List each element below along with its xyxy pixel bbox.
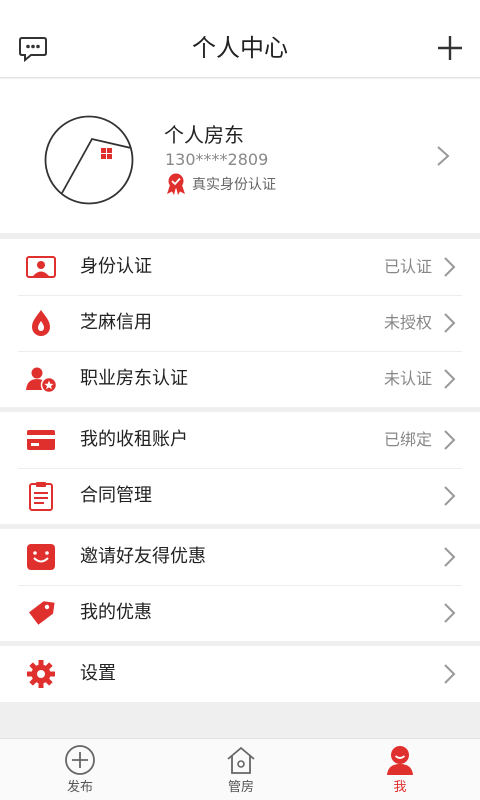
menu-item-identity[interactable]: 身份认证 已认证 <box>0 239 480 295</box>
menu-item-my-coupons[interactable]: 我的优惠 <box>0 585 480 641</box>
menu-item-label: 芝麻信用 <box>80 312 152 333</box>
menu-item-label: 设置 <box>80 663 116 684</box>
chevron-right-icon <box>444 430 456 450</box>
profile-phone: 130****2809 <box>165 150 269 169</box>
chevron-right-icon <box>444 547 456 567</box>
menu-group-verification: 身份认证 已认证 芝麻信用 未授权 职业房东认证 未认证 <box>0 239 480 407</box>
chevron-right-icon <box>444 257 456 277</box>
verify-badge: 真实身份认证 <box>166 173 276 195</box>
menu-item-settings[interactable]: 设置 <box>0 646 480 702</box>
verified-ribbon-icon <box>167 173 185 195</box>
chevron-right-icon <box>444 603 456 623</box>
landlord-badge-icon <box>26 367 58 394</box>
profile-card[interactable]: 个人房东 130****2809 真实身份认证 <box>0 79 480 233</box>
bottom-tab-bar: 发布 管房 我 <box>0 738 480 800</box>
top-navbar: 个人中心 <box>0 0 480 78</box>
publish-plus-icon <box>65 745 95 775</box>
menu-item-label: 身份认证 <box>80 256 152 277</box>
menu-item-status: 已绑定 <box>383 430 432 449</box>
tab-label: 我 <box>393 780 407 795</box>
menu-item-status: 已认证 <box>383 257 432 276</box>
chevron-right-icon <box>444 486 456 506</box>
verify-text: 真实身份认证 <box>192 177 276 193</box>
clipboard-icon <box>29 482 53 511</box>
menu-item-label: 职业房东认证 <box>80 368 188 389</box>
menu-item-invite-friends[interactable]: 邀请好友得优惠 <box>0 529 480 585</box>
menu-item-status: 未授权 <box>383 313 432 332</box>
house-icon <box>227 746 255 774</box>
page-title: 个人中心 <box>192 34 288 62</box>
bank-card-icon <box>27 430 55 450</box>
menu-item-status: 未认证 <box>383 369 432 388</box>
profile-icon <box>387 746 413 775</box>
menu-item-label: 我的收租账户 <box>80 429 188 450</box>
sesame-credit-icon <box>32 310 50 336</box>
chevron-right-icon <box>444 313 456 333</box>
chevron-right-icon <box>444 369 456 389</box>
profile-name: 个人房东 <box>164 123 244 147</box>
id-card-icon <box>26 256 56 278</box>
menu-item-sesame-credit[interactable]: 芝麻信用 未授权 <box>0 295 480 351</box>
menu-item-landlord-cert[interactable]: 职业房东认证 未认证 <box>0 351 480 407</box>
chevron-right-icon <box>437 146 450 166</box>
menu-item-contract[interactable]: 合同管理 <box>0 468 480 524</box>
gift-bag-icon <box>27 544 55 570</box>
tab-label: 发布 <box>66 780 93 795</box>
menu-item-label: 邀请好友得优惠 <box>80 546 206 567</box>
menu-item-rent-account[interactable]: 我的收租账户 已绑定 <box>0 412 480 468</box>
add-icon[interactable] <box>436 34 464 62</box>
chevron-right-icon <box>444 664 456 684</box>
tab-manage-house[interactable]: 管房 <box>196 739 286 800</box>
tab-label: 管房 <box>227 780 254 795</box>
menu-item-label: 我的优惠 <box>80 602 152 623</box>
tab-publish[interactable]: 发布 <box>35 739 125 800</box>
coupon-tag-icon <box>28 601 55 625</box>
gear-icon <box>27 660 55 688</box>
menu-group-settings: 设置 <box>0 646 480 702</box>
menu-item-label: 合同管理 <box>80 485 152 506</box>
menu-group-account: 我的收租账户 已绑定 合同管理 <box>0 412 480 524</box>
avatar-house-icon <box>44 115 134 205</box>
menu-group-promotions: 邀请好友得优惠 我的优惠 <box>0 529 480 641</box>
tab-me[interactable]: 我 <box>355 739 445 800</box>
